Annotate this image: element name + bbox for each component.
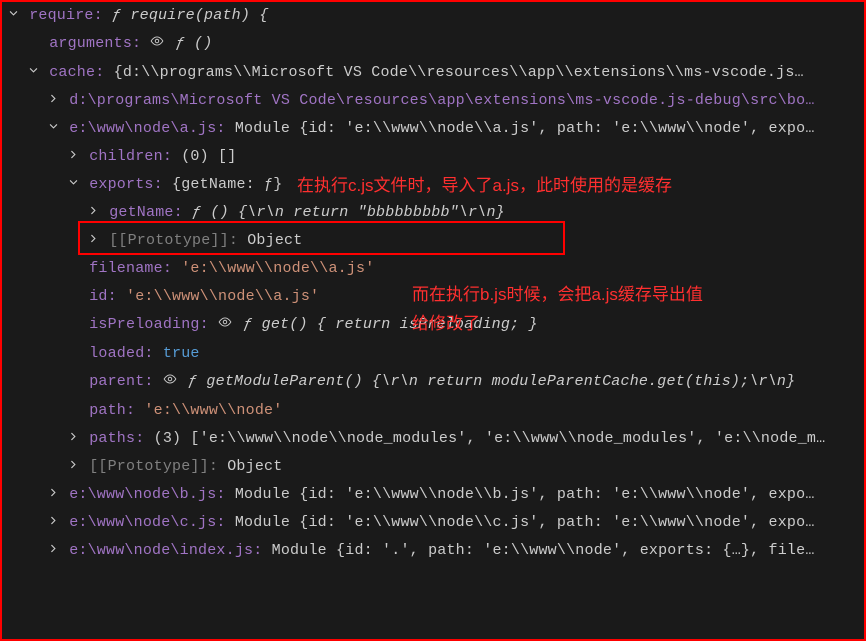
chevron-down-icon[interactable] [46, 115, 60, 143]
chevron-right-icon[interactable] [46, 537, 60, 565]
chevron-down-icon[interactable] [6, 2, 20, 30]
debug-variables-panel: require: ƒ require(path) { arguments: ƒ … [0, 0, 866, 641]
spacer-icon [66, 368, 80, 396]
eye-icon[interactable] [150, 31, 166, 59]
property-name: [[Prototype]]: [89, 458, 218, 475]
property-name: exports: [89, 176, 163, 193]
property-value: Module {id: 'e:\\www\\node\\c.js', path:… [235, 514, 815, 531]
property-value: 'e:\\www\\node' [144, 402, 282, 419]
property-value: Module {id: 'e:\\www\\node\\b.js', path:… [235, 486, 815, 503]
property-value: (0) [] [181, 148, 236, 165]
spacer-icon [26, 30, 40, 58]
node-cache-a[interactable]: e:\www\node\a.js: Module {id: 'e:\\www\\… [2, 115, 864, 143]
eye-icon[interactable] [218, 312, 234, 340]
property-name: filename: [89, 260, 172, 277]
property-name: parent: [89, 373, 153, 390]
property-value: ƒ () [176, 35, 213, 52]
property-name: [[Prototype]]: [109, 232, 238, 249]
chevron-right-icon[interactable] [66, 453, 80, 481]
chevron-right-icon[interactable] [46, 87, 60, 115]
chevron-right-icon[interactable] [46, 509, 60, 537]
property-name: isPreloading: [89, 316, 209, 333]
chevron-right-icon[interactable] [66, 143, 80, 171]
node-filename[interactable]: filename: 'e:\\www\\node\\a.js' [2, 255, 864, 283]
annotation-2-line2: 给修改了 [412, 310, 480, 338]
spacer-icon [66, 311, 80, 339]
spacer-icon [66, 255, 80, 283]
node-paths[interactable]: paths: (3) ['e:\\www\\node\\node_modules… [2, 425, 864, 453]
eye-icon[interactable] [163, 369, 179, 397]
property-value: {getName: ƒ} [172, 176, 282, 193]
property-value: 'e:\\www\\node\\a.js' [126, 288, 319, 305]
spacer-icon [66, 283, 80, 311]
node-cache-c[interactable]: e:\www\node\c.js: Module {id: 'e:\\www\\… [2, 509, 864, 537]
node-proto2[interactable]: [[Prototype]]: Object [2, 453, 864, 481]
property-name: require: [29, 7, 103, 24]
property-name: getName: [109, 204, 183, 221]
property-value: Object [227, 458, 282, 475]
property-value: Module {id: '.', path: 'e:\\www\\node', … [272, 542, 815, 559]
chevron-down-icon[interactable] [26, 59, 40, 87]
node-cache-b[interactable]: e:\www\node\b.js: Module {id: 'e:\\www\\… [2, 481, 864, 509]
node-path[interactable]: path: 'e:\\www\\node' [2, 397, 864, 425]
property-name: e:\www\node\a.js: [69, 120, 225, 137]
property-value: {d:\\programs\\Microsoft VS Code\\resour… [114, 64, 804, 81]
property-value: ƒ getModuleParent() {\r\n return moduleP… [188, 373, 795, 390]
property-value: ƒ get() { return isPreloading; } [243, 316, 537, 333]
node-getName[interactable]: getName: ƒ () {\r\n return "bbbbbbbbb"\r… [2, 199, 864, 227]
node-proto1[interactable]: [[Prototype]]: Object [2, 227, 864, 255]
property-name: paths: [89, 430, 144, 447]
node-loaded[interactable]: loaded: true [2, 340, 864, 368]
property-value: (3) ['e:\\www\\node\\node_modules', 'e:\… [154, 430, 826, 447]
node-cache-index[interactable]: e:\www\node\index.js: Module {id: '.', p… [2, 537, 864, 565]
property-value: 'e:\\www\\node\\a.js' [181, 260, 374, 277]
property-name: e:\www\node\c.js: [69, 514, 225, 531]
property-value: ƒ () {\r\n return "bbbbbbbbb"\r\n} [192, 204, 505, 221]
property-value: Module {id: 'e:\\www\\node\\a.js', path:… [235, 120, 815, 137]
chevron-down-icon[interactable] [66, 171, 80, 199]
spacer-icon [66, 397, 80, 425]
annotation-2-line1: 而在执行b.js时候，会把a.js缓存导出值 [412, 281, 703, 309]
spacer-icon [66, 340, 80, 368]
node-children[interactable]: children: (0) [] [2, 143, 864, 171]
property-name: loaded: [89, 345, 153, 362]
chevron-right-icon[interactable] [66, 425, 80, 453]
property-name: d:\programs\Microsoft VS Code\resources\… [69, 92, 814, 109]
node-cache-d[interactable]: d:\programs\Microsoft VS Code\resources\… [2, 87, 864, 115]
property-value: Object [247, 232, 302, 249]
node-cache[interactable]: cache: {d:\\programs\\Microsoft VS Code\… [2, 59, 864, 87]
property-name: arguments: [49, 35, 141, 52]
annotation-1: 在执行c.js文件时，导入了a.js，此时使用的是缓存 [297, 172, 672, 200]
node-parent[interactable]: parent: ƒ getModuleParent() {\r\n return… [2, 368, 864, 397]
node-require[interactable]: require: ƒ require(path) { [2, 2, 864, 30]
property-value: true [163, 345, 200, 362]
property-name: e:\www\node\index.js: [69, 542, 262, 559]
chevron-right-icon[interactable] [86, 199, 100, 227]
property-name: cache: [49, 64, 104, 81]
property-name: e:\www\node\b.js: [69, 486, 225, 503]
chevron-right-icon[interactable] [46, 481, 60, 509]
property-name: id: [89, 288, 117, 305]
node-arguments[interactable]: arguments: ƒ () [2, 30, 864, 59]
property-name: children: [89, 148, 172, 165]
property-value: ƒ require(path) { [112, 7, 268, 24]
property-name: path: [89, 402, 135, 419]
chevron-right-icon[interactable] [86, 227, 100, 255]
